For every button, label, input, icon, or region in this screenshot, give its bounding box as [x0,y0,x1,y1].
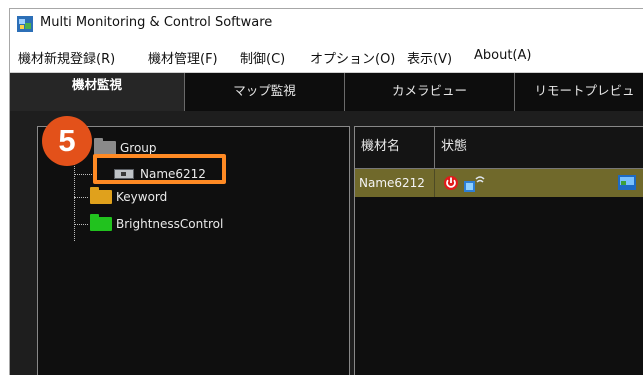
table-row[interactable]: Name6212 [355,169,643,197]
tree-item-brightness-control[interactable]: BrightnessControl [90,214,224,231]
tree-item-label: Keyword [116,190,168,204]
tab-map-monitor[interactable]: マップ監視 [184,73,344,111]
column-header-device-name[interactable]: 機材名 [355,127,435,169]
tab-remote-preview[interactable]: リモートプレビュ [514,73,643,111]
device-name-cell: Name6212 [355,169,435,197]
step-number-badge: 5 [42,116,92,166]
tab-camera-view[interactable]: カメラビュー [344,73,514,111]
menu-bar: 機材新規登録(R) 機材管理(F) 制御(C) オプション(O) 表示(V) A… [10,39,643,73]
folder-icon [90,187,112,204]
tree-item-label: Group [120,141,157,155]
monitor-icon [618,175,636,190]
tab-device-monitor[interactable]: 機材監視 [10,73,184,111]
tree-connector [74,224,88,225]
tree-item-label: BrightnessControl [116,217,224,231]
tree-item-keyword[interactable]: Keyword [90,187,168,204]
device-list-panel: 機材名 状態 Name6212 [354,126,643,375]
tree-connector [74,197,88,198]
window-title: Multi Monitoring & Control Software [40,15,273,30]
power-icon[interactable] [443,174,459,191]
menu-item-options[interactable]: オプション(O) [310,48,395,67]
callout-highlight-box [93,154,226,184]
network-signal-icon [464,176,485,192]
menu-item-about[interactable]: About(A) [474,48,531,63]
list-header: 機材名 状態 [355,127,643,169]
tree-item-group[interactable]: Group [94,138,157,155]
menu-item-view[interactable]: 表示(V) [407,48,452,67]
menu-item-register[interactable]: 機材新規登録(R) [18,48,115,67]
folder-icon [90,214,112,231]
app-icon [17,16,33,32]
tab-bar: 機材監視 マップ監視 カメラビュー リモートプレビュ [10,73,643,111]
column-header-status[interactable]: 状態 [435,127,635,169]
app-window: Multi Monitoring & Control Software 機材新規… [9,8,643,375]
folder-icon [94,138,116,155]
menu-item-manage[interactable]: 機材管理(F) [148,48,218,67]
title-bar: Multi Monitoring & Control Software [10,9,643,39]
menu-item-control[interactable]: 制御(C) [240,48,285,67]
